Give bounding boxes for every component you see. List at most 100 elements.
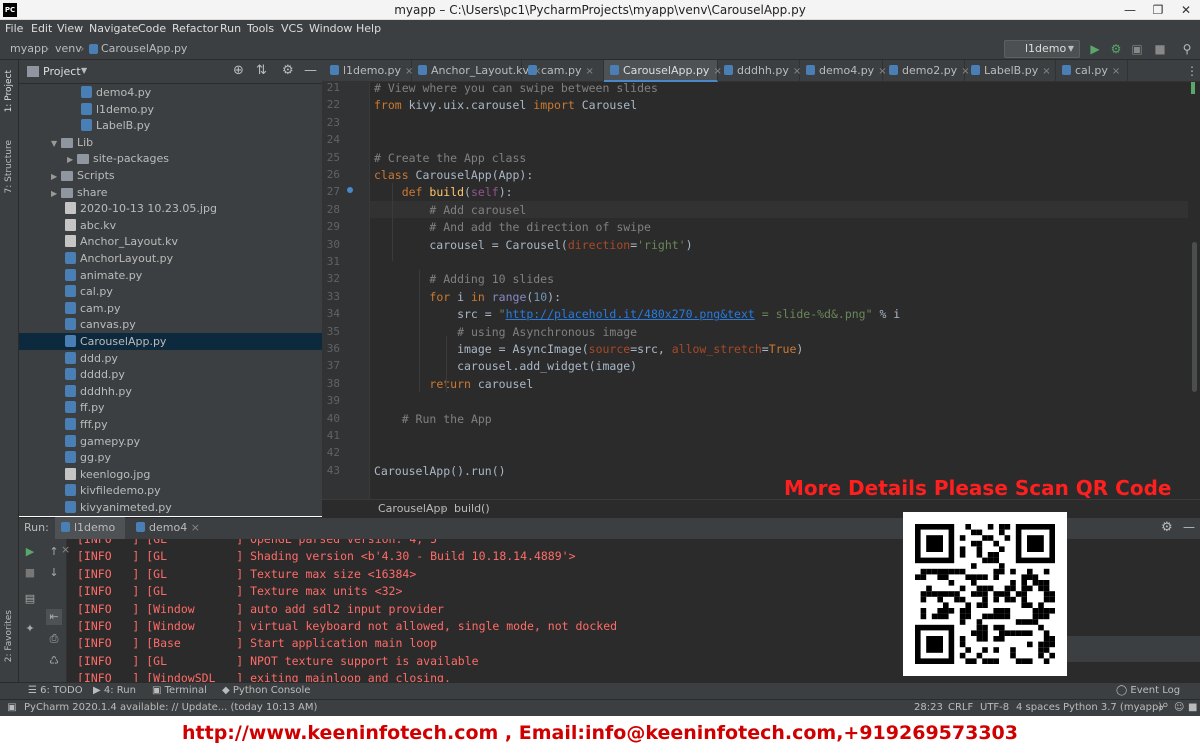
code-line[interactable]: # Add carousel bbox=[374, 203, 526, 217]
run-tab-l1demo[interactable]: l1demo × bbox=[55, 517, 125, 556]
tree-item[interactable]: l1demo.py bbox=[19, 101, 322, 118]
tree-item[interactable]: ddd.py bbox=[19, 350, 322, 367]
code-line[interactable]: # Run the App bbox=[374, 412, 492, 426]
breadcrumb-class[interactable]: CarouselApp bbox=[378, 500, 447, 518]
tab-labelb-py[interactable]: LabelB.py × bbox=[965, 60, 1056, 82]
pin-icon[interactable]: ✦ bbox=[22, 621, 38, 637]
tree-item[interactable]: canvas.py bbox=[19, 316, 322, 333]
code-line[interactable]: for i in range(10): bbox=[374, 290, 561, 304]
print-icon[interactable]: ⎙ bbox=[46, 631, 62, 647]
coverage-icon[interactable]: ▣ bbox=[1129, 41, 1145, 57]
tree-item[interactable]: LabelB.py bbox=[19, 117, 322, 134]
tree-item[interactable]: fff.py bbox=[19, 416, 322, 433]
chevron-down-icon[interactable]: ▼ bbox=[51, 135, 61, 152]
tree-item[interactable]: ▶ site-packages bbox=[19, 150, 322, 167]
tab-structure[interactable]: 7: Structure bbox=[4, 140, 14, 194]
tree-item[interactable]: animate.py bbox=[19, 267, 322, 284]
tab-carouselapp-py[interactable]: CarouselApp.py × bbox=[604, 60, 722, 82]
code-line[interactable]: image = AsyncImage(source=src, allow_str… bbox=[374, 342, 803, 356]
code-line[interactable]: # And add the direction of swipe bbox=[374, 220, 651, 234]
code-line[interactable]: # View where you can swipe between slide… bbox=[374, 82, 658, 95]
tree-item[interactable]: Anchor_Layout.kv bbox=[19, 233, 322, 250]
line-separator[interactable]: CRLF bbox=[948, 699, 973, 716]
tab-anchor-layout-kv[interactable]: Anchor_Layout.kv × bbox=[412, 60, 541, 82]
code-line[interactable]: # using Asynchronous image bbox=[374, 325, 637, 339]
toolwindow-6-todo[interactable]: ☰ 6: TODO bbox=[28, 682, 83, 699]
tree-item[interactable]: abc.kv bbox=[19, 217, 322, 234]
menu-item-file[interactable]: File bbox=[5, 20, 23, 38]
gear-icon[interactable]: ⚙ bbox=[282, 63, 294, 78]
menu-item-code[interactable]: Code bbox=[138, 20, 166, 38]
tree-item[interactable]: gg.py bbox=[19, 449, 322, 466]
minimize-icon[interactable]: — bbox=[1116, 0, 1144, 20]
code-line[interactable]: # Create the App class bbox=[374, 151, 526, 165]
rerun-icon[interactable]: ▶ bbox=[22, 544, 38, 560]
hide-icon[interactable]: — bbox=[1183, 520, 1195, 534]
menu-item-tools[interactable]: Tools bbox=[247, 20, 274, 38]
more-tabs-icon[interactable]: ⋮ bbox=[1186, 64, 1198, 78]
code-line[interactable]: carousel = Carousel(direction='right') bbox=[374, 238, 692, 252]
tree-item[interactable]: gamepy.py bbox=[19, 433, 322, 450]
scroll-down-icon[interactable]: ↓ bbox=[46, 565, 62, 581]
tree-item[interactable]: keenlogo.jpg bbox=[19, 466, 322, 483]
nav-crumb-project[interactable]: myapp bbox=[10, 38, 48, 60]
tab-cal-py[interactable]: cal.py × bbox=[1056, 60, 1128, 82]
code-line[interactable]: carousel.add_widget(image) bbox=[374, 359, 637, 373]
code-line[interactable]: from kivy.uix.carousel import Carousel bbox=[374, 98, 637, 112]
code-line[interactable]: src = "http://placehold.it/480x270.png&t… bbox=[374, 307, 900, 321]
menu-item-navigate[interactable]: Navigate bbox=[89, 20, 138, 38]
editor-scrollbar[interactable] bbox=[1188, 82, 1200, 499]
breadcrumb-method[interactable]: build() bbox=[454, 500, 490, 518]
inspector-icon[interactable]: ☺ bbox=[1174, 699, 1184, 716]
nav-crumb-file[interactable]: CarouselApp.py bbox=[101, 38, 187, 60]
tab-cam-py[interactable]: cam.py × bbox=[522, 60, 604, 82]
tab-favorites[interactable]: 2: Favorites bbox=[4, 610, 14, 662]
scroll-thumb[interactable] bbox=[1192, 242, 1197, 392]
toolwindow-python-console[interactable]: ◆ Python Console bbox=[222, 682, 310, 699]
run-tab-demo4[interactable]: demo4 × bbox=[130, 517, 202, 539]
trash-icon[interactable]: ♺ bbox=[46, 653, 62, 669]
close-icon[interactable]: × bbox=[586, 66, 594, 77]
collapse-icon[interactable]: ⇅ bbox=[256, 63, 267, 78]
tab-demo4-py[interactable]: demo4.py × bbox=[800, 60, 887, 82]
tree-item[interactable]: demo4.py bbox=[19, 84, 322, 101]
scroll-up-icon[interactable]: ↑ bbox=[46, 544, 62, 560]
code-line[interactable]: CarouselApp().run() bbox=[374, 464, 506, 478]
soft-wrap-icon[interactable]: ⇤ bbox=[46, 609, 62, 625]
close-icon[interactable]: × bbox=[1112, 66, 1120, 77]
tree-item[interactable]: kivfiledemo.py bbox=[19, 482, 322, 499]
tree-item[interactable]: AnchorLayout.py bbox=[19, 250, 322, 267]
tree-item[interactable]: dddhh.py bbox=[19, 383, 322, 400]
menu-item-edit[interactable]: Edit bbox=[31, 20, 52, 38]
project-panel-title[interactable]: Project bbox=[43, 65, 81, 78]
tab-project[interactable]: 1: Project bbox=[4, 70, 14, 112]
hide-icon[interactable]: — bbox=[304, 63, 317, 78]
code-line[interactable]: return carousel bbox=[374, 377, 533, 391]
status-message[interactable]: PyCharm 2020.1.4 available: // Update...… bbox=[24, 699, 317, 716]
tree-item[interactable]: ff.py bbox=[19, 399, 322, 416]
toolwindow-terminal[interactable]: ▣ Terminal bbox=[152, 682, 207, 699]
code-editor[interactable]: # View where you can swipe between slide… bbox=[370, 82, 1188, 499]
run-config-selector[interactable]: l1demo ▼ bbox=[1004, 40, 1080, 58]
layout-icon[interactable]: ▤ bbox=[22, 591, 38, 607]
menu-item-vcs[interactable]: VCS bbox=[281, 20, 303, 38]
lock-icon[interactable]: ☍ bbox=[1158, 699, 1168, 716]
status-panel-icon[interactable]: ▣ bbox=[6, 699, 18, 716]
chevron-right-icon[interactable]: ▶ bbox=[67, 151, 77, 168]
caret-position[interactable]: 28:23 bbox=[914, 699, 943, 716]
close-icon[interactable]: × bbox=[1042, 66, 1050, 77]
menu-item-window[interactable]: Window bbox=[309, 20, 352, 38]
stop-icon[interactable]: ■ bbox=[1152, 41, 1168, 57]
event-log-button[interactable]: ◯ Event Log bbox=[1116, 682, 1180, 699]
override-marker-icon[interactable] bbox=[347, 187, 353, 193]
maximize-icon[interactable]: ❐ bbox=[1144, 0, 1172, 20]
menu-item-run[interactable]: Run bbox=[220, 20, 241, 38]
close-icon[interactable]: ✕ bbox=[1172, 0, 1200, 20]
chevron-right-icon[interactable]: ▶ bbox=[51, 185, 61, 202]
tree-item[interactable]: ▶ share bbox=[19, 184, 322, 201]
menu-item-refactor[interactable]: Refactor bbox=[172, 20, 218, 38]
tab-l1demo-py[interactable]: l1demo.py × bbox=[324, 60, 413, 82]
python-interpreter[interactable]: Python 3.7 (myapp) bbox=[1063, 699, 1162, 716]
close-icon[interactable]: × bbox=[187, 521, 200, 534]
tree-item[interactable]: CarouselApp.py bbox=[19, 333, 322, 350]
